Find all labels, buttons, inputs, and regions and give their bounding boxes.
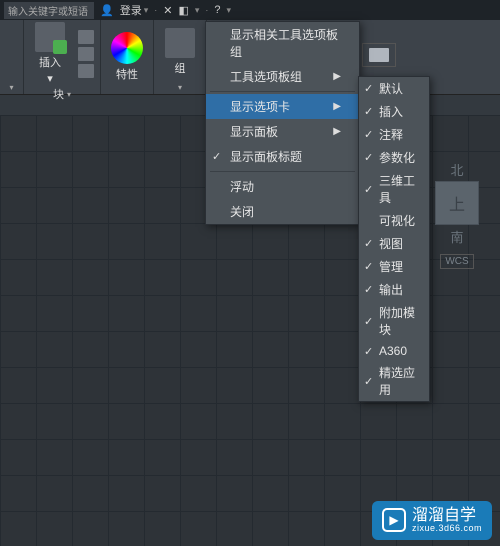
login-button[interactable]: 登录 ▾	[120, 2, 149, 18]
watermark-brand: 溜溜自学	[412, 507, 482, 525]
insert-button[interactable]: 插入 ▾	[28, 22, 72, 85]
separator: ·	[205, 5, 208, 15]
block-small-buttons	[76, 28, 96, 80]
check-icon: ✓	[364, 260, 373, 273]
panel-title: 块	[53, 86, 64, 102]
check-icon: ✓	[364, 237, 373, 250]
menu-item-related-palette[interactable]: 显示相关工具选项板组	[206, 22, 359, 64]
title-bar: 输入关键字或短语 👤 登录 ▾ · ✕ ◧ ▾ · ? ▾	[0, 0, 500, 20]
ribbon-panel-group: 组 ▾	[154, 20, 207, 94]
menu-separator	[210, 171, 355, 172]
chevron-down-icon: ▾	[67, 90, 71, 99]
chevron-down-icon: ▾	[227, 5, 232, 16]
tab-toggle-addin[interactable]: ✓附加模块	[359, 301, 429, 341]
group-label: 组	[175, 60, 186, 76]
chevron-right-icon: ▶	[333, 71, 341, 82]
chevron-down-icon: ▾	[9, 83, 13, 92]
play-icon: ▶	[382, 508, 406, 532]
watermark-url: zixue.3d66.com	[412, 524, 482, 534]
tab-toggle-output[interactable]: ✓输出	[359, 278, 429, 301]
chevron-down-icon: ▾	[178, 83, 182, 92]
chevron-right-icon: ▶	[333, 101, 341, 112]
create-block-icon[interactable]	[78, 47, 94, 61]
menu-item-float[interactable]: 浮动	[206, 174, 359, 199]
tab-toggle-parametric[interactable]: ✓参数化	[359, 146, 429, 169]
tab-toggle-annotate[interactable]: ✓注释	[359, 123, 429, 146]
chevron-right-icon: ▶	[333, 126, 341, 137]
tab-toggle-insert[interactable]: ✓插入	[359, 100, 429, 123]
menu-item-close[interactable]: 关闭	[206, 199, 359, 224]
folder-icon	[369, 48, 389, 62]
ribbon-panel-block: 插入 ▾ 块 ▾	[24, 20, 101, 94]
insert-label: 插入	[39, 54, 61, 70]
check-icon: ✓	[364, 283, 373, 296]
properties-button[interactable]: 特性	[105, 32, 149, 82]
tab-toggle-featured[interactable]: ✓精选应用	[359, 361, 429, 401]
check-icon: ✓	[364, 128, 373, 141]
viewcube-south: 南	[422, 227, 492, 246]
viewcube-face-top[interactable]: 上	[435, 181, 479, 225]
check-icon: ✓	[364, 105, 373, 118]
search-input[interactable]: 输入关键字或短语	[4, 2, 94, 19]
tab-toggle-view[interactable]: ✓视图	[359, 232, 429, 255]
tab-toggle-manage[interactable]: ✓管理	[359, 255, 429, 278]
folder-button[interactable]	[362, 43, 396, 67]
wcs-label[interactable]: WCS	[440, 254, 473, 269]
insert-block-icon	[35, 22, 65, 52]
check-icon: ✓	[364, 345, 373, 358]
check-icon: ✓	[364, 82, 373, 95]
submenu-show-tabs: ✓默认 ✓插入 ✓注释 ✓参数化 ✓三维工具 可视化 ✓视图 ✓管理 ✓输出 ✓…	[358, 76, 430, 402]
tab-toggle-a360[interactable]: ✓A360	[359, 341, 429, 361]
ribbon-panel-props: 特性	[101, 20, 154, 94]
tab-toggle-3dtools[interactable]: ✓三维工具	[359, 169, 429, 209]
app-icon[interactable]: ◧	[178, 4, 188, 17]
exchange-icon[interactable]: ✕	[163, 4, 172, 17]
edit-attr-icon[interactable]	[78, 64, 94, 78]
check-icon: ✓	[364, 375, 373, 388]
chevron-down-icon: ▾	[195, 5, 200, 16]
viewcube-north: 北	[422, 160, 492, 179]
view-cube[interactable]: 北 上 南 WCS	[422, 160, 492, 269]
context-menu-ribbon: 显示相关工具选项板组 工具选项板组▶ 显示选项卡▶ 显示面板▶ ✓显示面板标题 …	[205, 21, 360, 225]
group-icon	[165, 28, 195, 58]
check-icon: ✓	[364, 315, 373, 328]
watermark-badge: ▶ 溜溜自学 zixue.3d66.com	[372, 501, 492, 540]
tab-toggle-visualize[interactable]: 可视化	[359, 209, 429, 232]
ribbon-panel-cut: ▾	[0, 20, 24, 94]
menu-item-palette-group[interactable]: 工具选项板组▶	[206, 64, 359, 89]
props-label: 特性	[116, 66, 138, 82]
menu-item-show-tabs[interactable]: 显示选项卡▶	[206, 94, 359, 119]
help-icon[interactable]: ?	[214, 4, 220, 16]
check-icon: ✓	[212, 150, 221, 163]
menu-item-show-panel-titles[interactable]: ✓显示面板标题	[206, 144, 359, 169]
menu-separator	[210, 91, 355, 92]
menu-item-show-panels[interactable]: 显示面板▶	[206, 119, 359, 144]
tab-toggle-default[interactable]: ✓默认	[359, 77, 429, 100]
group-button[interactable]: 组	[158, 28, 202, 76]
login-label: 登录	[120, 2, 142, 18]
separator: ·	[154, 5, 157, 15]
check-icon: ✓	[364, 151, 373, 164]
chevron-down-icon: ▾	[144, 5, 149, 16]
color-wheel-icon	[111, 32, 143, 64]
signin-icon[interactable]: 👤	[100, 4, 114, 17]
check-icon: ✓	[364, 183, 373, 196]
chevron-down-icon: ▾	[47, 72, 53, 85]
edit-block-icon[interactable]	[78, 30, 94, 44]
